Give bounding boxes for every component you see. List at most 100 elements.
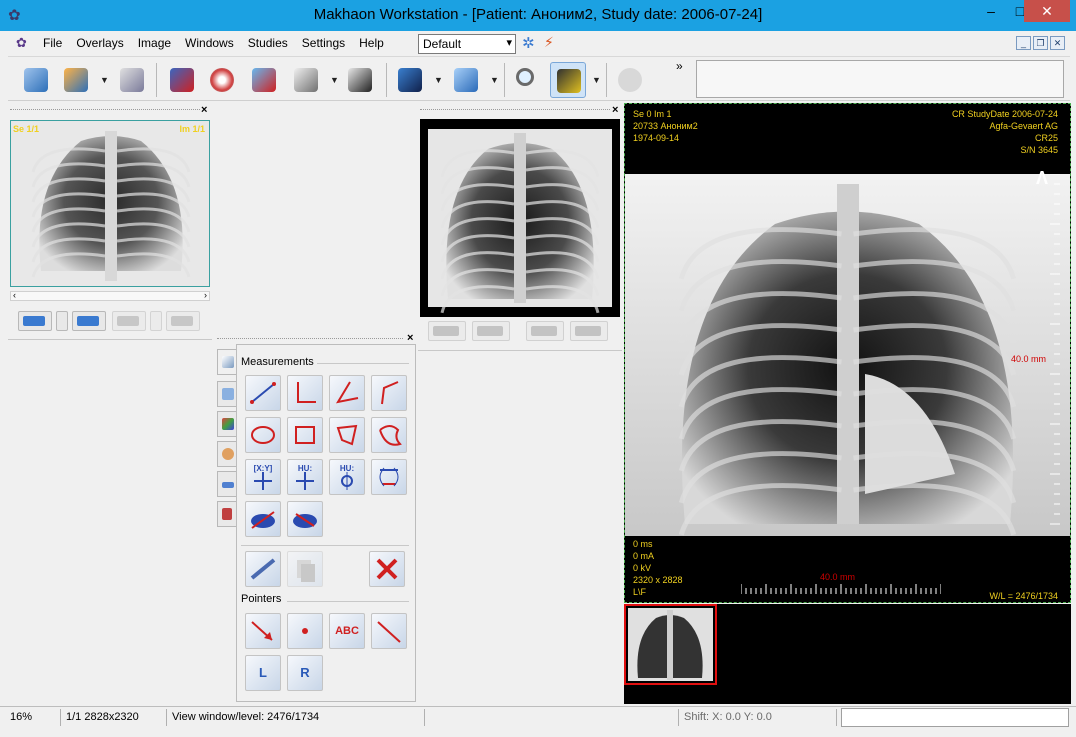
measure-ellipse-button[interactable] [245,417,281,453]
overlay-view-position: L\F [633,587,647,597]
print-dropdown-icon[interactable]: ▼ [330,75,339,85]
toolbar: ▼ ▼ ▼ ▼ ▼ » [8,56,1070,101]
minimize-button[interactable]: – [976,0,1006,22]
series-scrollbar[interactable]: ‹ › [10,290,210,301]
preset-select[interactable]: Default [418,34,516,54]
measure-angle-cobb-button[interactable] [329,375,365,411]
menu-windows[interactable]: Windows [178,33,241,53]
arrow-pointer-icon [246,614,280,648]
menu-studies[interactable]: Studies [241,33,295,53]
app-menu-icon[interactable]: ✿ [16,35,27,51]
measure-cardio-thoracic-button[interactable] [371,459,407,495]
preset-gear-icon[interactable]: ✲ [522,34,535,52]
tab-links[interactable] [217,471,237,497]
copy-icon [288,552,322,586]
settings-tools-dropdown-icon[interactable]: ▼ [490,75,499,85]
tab-measure[interactable] [217,349,237,375]
series-thumbnail[interactable]: Se 1/1 Im 1/1 [10,120,210,287]
series-overlay-right: Im 1/1 [179,124,205,134]
menu-overlays[interactable]: Overlays [69,33,130,53]
toolbar-panel [696,60,1064,98]
measure-hu-roi-button[interactable]: HU: [329,459,365,495]
title-bar: ✿ Makhaon Workstation - [Patient: Аноним… [0,0,1076,31]
measure-ruler-button[interactable] [245,551,281,587]
line-pointer-button[interactable] [371,613,407,649]
import-button[interactable] [58,62,94,98]
menu-help[interactable]: Help [352,33,391,53]
close-button[interactable]: ✕ [1024,0,1070,22]
tab-filters[interactable] [217,381,237,407]
mdi-restore-button[interactable]: ❐ [1033,36,1048,50]
export-button[interactable] [164,62,200,98]
magnifier-button[interactable] [510,62,546,98]
mdi-close-button[interactable]: ✕ [1050,36,1065,50]
preview-panel-close-icon[interactable]: × [612,104,618,116]
burn-cd-icon [210,68,234,92]
layout-button[interactable] [392,62,428,98]
import-dropdown-icon[interactable]: ▼ [100,75,109,85]
tab-rotate[interactable] [217,441,237,467]
mdi-minimize-button[interactable]: _ [1016,36,1031,50]
preview-next-icon [531,326,557,336]
measure-freehand-button[interactable] [371,417,407,453]
series-next-button[interactable] [72,311,106,331]
left-marker-button[interactable]: L [245,655,281,691]
edit-icon [120,68,144,92]
overlay-bottom-left: 0 ms 0 mA 0 kV 2320 x 2828 L\F [633,538,683,598]
measure-profile-icon [288,502,322,536]
measure-panel-close-icon[interactable]: × [407,332,413,344]
preview-image[interactable] [420,119,620,317]
print-button[interactable] [288,62,324,98]
info-overlay-dropdown-icon[interactable]: ▼ [592,75,601,85]
arrow-pointer-button[interactable] [245,613,281,649]
preset-flash-icon[interactable]: ⚡ [544,34,554,51]
measure-ruler-button[interactable] [245,375,281,411]
menu-image[interactable]: Image [131,33,178,53]
dot-pointer-button[interactable] [287,613,323,649]
open-study-button[interactable] [18,62,54,98]
toolbar-overflow-icon[interactable]: » [676,59,683,73]
overlay-exposure-time: 0 ms [633,539,653,549]
right-marker-button[interactable]: R [287,655,323,691]
tree-tab-icon [222,508,232,520]
image-prev-button [112,311,146,331]
measure-hu-point-button[interactable]: HU: [287,459,323,495]
copy-measure-button [287,551,323,587]
measure-hu-point-icon: HU: [296,464,314,490]
measure-hu-roi-icon: HU: [330,460,364,494]
menu-file[interactable]: File [36,33,69,53]
measure-freehand-icon [372,418,406,452]
burn-cd-button[interactable] [204,62,240,98]
measure-rectangle-button[interactable] [287,417,323,453]
measure-profile-button[interactable] [287,501,323,537]
measure-point-xy-button[interactable]: [X:Y] [245,459,281,495]
measure-angle-button[interactable] [287,375,323,411]
measure-polygon-button[interactable] [329,417,365,453]
series-sep-button[interactable] [56,311,68,331]
measure-calibrate-button[interactable] [245,501,281,537]
measure-open-angle-button[interactable] [371,375,407,411]
delete-icon [370,552,404,586]
layout-dropdown-icon[interactable]: ▼ [434,75,443,85]
menu-settings[interactable]: Settings [295,33,352,53]
menu-bar: ✿ File Overlays Image Windows Studies Setting… [8,33,1068,55]
image-sep-button [150,311,162,331]
scanner-button[interactable] [342,62,378,98]
tab-tree[interactable] [217,501,237,527]
text-pointer-button[interactable]: ABC [329,613,365,649]
image-next-button [166,311,200,331]
thumbnail-strip [624,604,1071,704]
series-panel-close-icon[interactable]: × [201,104,207,116]
overlay-kvp: 0 kV [633,563,652,573]
settings-tools-button[interactable] [448,62,484,98]
series-first-button[interactable] [18,311,52,331]
edit-button[interactable] [114,62,150,98]
send-button[interactable] [246,62,282,98]
main-image-viewer[interactable]: Se 0 Im 1 20733 Аноним2 1974-09-14 CR St… [624,103,1071,603]
export-icon [170,68,194,92]
thumbnail-image[interactable] [624,604,717,685]
delete-all-measure-button[interactable] [369,551,405,587]
tab-palette[interactable] [217,411,237,437]
preview-xray-image [420,119,620,317]
info-overlay-button[interactable] [550,62,586,98]
